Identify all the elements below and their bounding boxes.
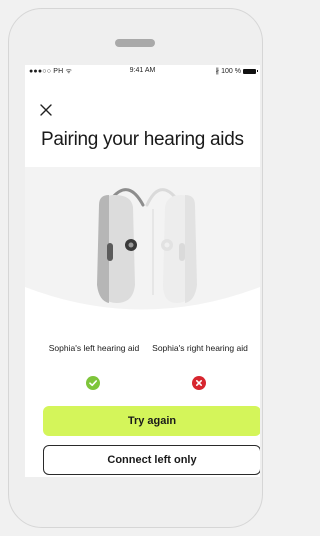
hearing-aids-illustration xyxy=(25,167,260,310)
close-button[interactable] xyxy=(37,101,55,119)
connect-left-only-button[interactable]: Connect left only xyxy=(43,445,260,475)
battery-percent: 100 % xyxy=(221,67,241,75)
error-x-icon xyxy=(196,380,202,386)
checkmark-icon xyxy=(89,380,97,387)
left-aid-label: Sophia's left hearing aid xyxy=(48,343,140,353)
bluetooth-icon: ∦ xyxy=(215,68,220,75)
try-again-button[interactable]: Try again xyxy=(43,406,260,436)
right-aid-status-badge xyxy=(192,376,206,390)
phone-speaker xyxy=(115,39,155,47)
status-bar: ●●●○○ PH ᯤ 9:41 AM ∦ 100 % xyxy=(25,65,260,77)
right-aid-label: Sophia's right hearing aid xyxy=(152,343,248,353)
status-right: ∦ 100 % xyxy=(215,67,258,75)
phone-frame: ●●●○○ PH ᯤ 9:41 AM ∦ 100 % Pairing your … xyxy=(8,8,263,528)
app-screen: ●●●○○ PH ᯤ 9:41 AM ∦ 100 % Pairing your … xyxy=(25,65,260,477)
left-aid-status-badge xyxy=(86,376,100,390)
page-title: Pairing your hearing aids xyxy=(41,129,244,150)
battery-icon xyxy=(243,68,258,74)
close-icon xyxy=(40,104,52,116)
